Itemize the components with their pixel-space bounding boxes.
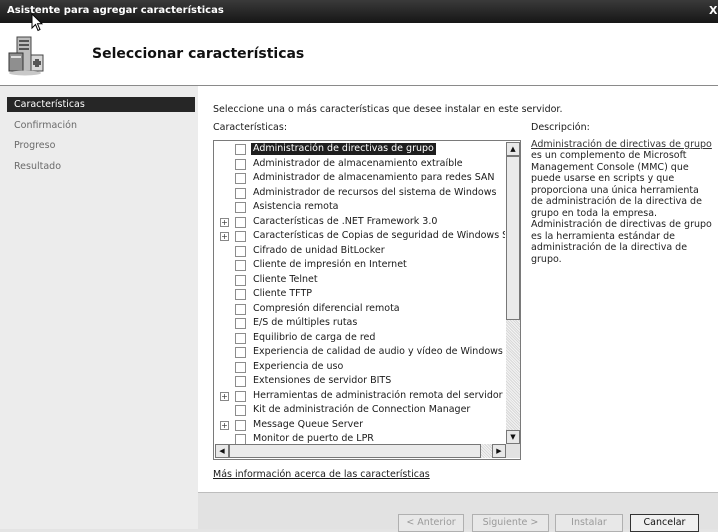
feature-row[interactable]: Administrador de almacenamiento para red…	[215, 172, 505, 185]
vertical-scrollbar[interactable]: ▲ ▼	[506, 142, 520, 444]
expand-icon[interactable]: +	[220, 391, 229, 401]
next-button[interactable]: Siguiente >	[472, 514, 549, 532]
feature-checkbox[interactable]	[235, 245, 246, 257]
description-label: Descripción:	[531, 122, 590, 133]
nav-step-resultado[interactable]: Resultado	[7, 159, 195, 174]
feature-checkbox[interactable]	[235, 260, 246, 271]
feature-row[interactable]: Administrador de recursos del sistema de…	[215, 187, 505, 200]
feature-row[interactable]: Administrador de almacenamiento extraíbl…	[215, 158, 505, 171]
feature-label: Administración de directivas de grupo	[251, 143, 436, 155]
feature-label: Cliente Telnet	[253, 273, 318, 285]
feature-checkbox[interactable]	[235, 231, 246, 242]
scroll-up-icon[interactable]: ▲	[506, 142, 520, 156]
scroll-right-icon[interactable]: ▶	[492, 444, 506, 458]
horizontal-scrollbar[interactable]: ◀ ▶	[215, 444, 506, 458]
vertical-scroll-thumb[interactable]	[506, 156, 520, 320]
intro-text: Seleccione una o más características que…	[213, 104, 563, 115]
feature-label: Características de .NET Framework 3.0	[253, 215, 438, 227]
feature-checkbox[interactable]	[235, 376, 246, 387]
title-bar: Asistente para agregar características X	[0, 0, 718, 23]
feature-row[interactable]: E/S de múltiples rutas	[215, 317, 505, 330]
feature-checkbox[interactable]	[235, 144, 246, 155]
feature-checkbox[interactable]	[235, 361, 246, 373]
feature-checkbox[interactable]	[235, 419, 246, 431]
feature-row[interactable]: + Características de Copias de seguridad …	[215, 230, 505, 243]
feature-row[interactable]: Cliente TFTP	[215, 288, 505, 301]
more-info-link[interactable]: Más información acerca de las caracterís…	[213, 469, 430, 480]
feature-row[interactable]: Compresión diferencial remota	[215, 303, 505, 316]
feature-label: Monitor de puerto de LPR	[253, 433, 374, 444]
feature-row[interactable]: Extensiones de servidor BITS	[215, 375, 505, 388]
feature-checkbox[interactable]	[235, 303, 246, 315]
feature-checkbox[interactable]	[235, 405, 246, 416]
install-button[interactable]: Instalar	[555, 514, 623, 532]
close-icon[interactable]: X	[709, 3, 718, 19]
page-title: Seleccionar características	[92, 46, 305, 62]
feature-checkbox[interactable]	[235, 274, 246, 286]
expand-icon[interactable]: +	[220, 217, 229, 227]
feature-row[interactable]: Monitor de puerto de LPR	[215, 433, 505, 444]
feature-row[interactable]: + Message Queue Server	[215, 419, 505, 432]
feature-label: Kit de administración de Connection Mana…	[253, 404, 471, 415]
nav-step-progreso[interactable]: Progreso	[7, 138, 195, 153]
feature-row[interactable]: Cliente Telnet	[215, 274, 505, 287]
feature-label: Herramientas de administración remota de…	[253, 389, 503, 401]
feature-label: Asistencia remota	[253, 201, 339, 212]
nav-step-confirmacion[interactable]: Confirmación	[7, 118, 195, 133]
feature-label: E/S de múltiples rutas	[253, 317, 358, 328]
scrollbar-corner	[506, 444, 520, 458]
description-text: es un complemento de Microsoft Managemen…	[531, 150, 712, 265]
feature-label: Compresión diferencial remota	[253, 302, 400, 314]
features-list-label: Características:	[213, 122, 288, 133]
feature-row[interactable]: Equilibrio de carga de red	[215, 332, 505, 345]
feature-label: Cliente TFTP	[253, 288, 312, 299]
feature-label: Experiencia de calidad de audio y vídeo …	[253, 346, 505, 357]
horizontal-scroll-thumb[interactable]	[229, 444, 481, 458]
feature-row[interactable]: Cifrado de unidad BitLocker	[215, 245, 505, 258]
feature-row[interactable]: Kit de administración de Connection Mana…	[215, 404, 505, 417]
feature-label: Cifrado de unidad BitLocker	[253, 244, 385, 256]
expand-icon[interactable]: +	[220, 420, 229, 430]
cancel-button[interactable]: Cancelar	[630, 514, 699, 532]
feature-label: Extensiones de servidor BITS	[253, 375, 392, 386]
scroll-down-icon[interactable]: ▼	[506, 430, 520, 444]
feature-checkbox[interactable]	[235, 390, 246, 402]
feature-checkbox[interactable]	[235, 173, 246, 184]
description-link[interactable]: Administración de directivas de grupo	[531, 139, 713, 150]
expand-icon[interactable]: +	[220, 232, 229, 241]
feature-row[interactable]: Cliente de impresión en Internet	[215, 259, 505, 272]
feature-label: Administrador de almacenamiento extraíbl…	[253, 157, 463, 169]
feature-label: Características de Copias de seguridad d…	[253, 230, 505, 241]
feature-row[interactable]: Asistencia remota	[215, 201, 505, 214]
feature-row[interactable]: + Herramientas de administración remota d…	[215, 390, 505, 403]
back-button[interactable]: < Anterior	[398, 514, 464, 532]
feature-row[interactable]: Administración de directivas de grupo	[215, 143, 505, 156]
feature-label: Equilibrio de carga de red	[253, 331, 376, 343]
feature-row[interactable]: Experiencia de uso	[215, 361, 505, 374]
feature-checkbox[interactable]	[235, 318, 246, 329]
features-list: Administración de directivas de grupo Adm…	[215, 142, 505, 444]
features-listbox[interactable]: Administración de directivas de grupo Adm…	[213, 140, 521, 460]
wizard-steps-nav: Características Confirmación Progreso Re…	[0, 86, 198, 529]
feature-checkbox[interactable]	[235, 187, 246, 199]
feature-checkbox[interactable]	[235, 158, 246, 170]
feature-row[interactable]: + Características de .NET Framework 3.0	[215, 216, 505, 229]
nav-step-caracteristicas[interactable]: Características	[7, 97, 195, 112]
feature-checkbox[interactable]	[235, 347, 246, 358]
wizard-header: Seleccionar características	[0, 23, 718, 86]
feature-checkbox[interactable]	[235, 332, 246, 344]
scroll-left-icon[interactable]: ◀	[215, 444, 229, 458]
feature-label: Cliente de impresión en Internet	[253, 259, 407, 270]
feature-checkbox[interactable]	[235, 202, 246, 213]
feature-row[interactable]: Experiencia de calidad de audio y vídeo …	[215, 346, 505, 359]
mouse-pointer-icon	[31, 13, 43, 32]
feature-label: Experiencia de uso	[253, 360, 344, 372]
feature-checkbox[interactable]	[235, 434, 246, 444]
feature-label: Administrador de recursos del sistema de…	[253, 186, 497, 198]
feature-label: Administrador de almacenamiento para red…	[253, 172, 495, 183]
server-features-icon	[8, 36, 44, 76]
feature-label: Message Queue Server	[253, 418, 364, 430]
feature-checkbox[interactable]	[235, 289, 246, 300]
feature-checkbox[interactable]	[235, 216, 246, 228]
